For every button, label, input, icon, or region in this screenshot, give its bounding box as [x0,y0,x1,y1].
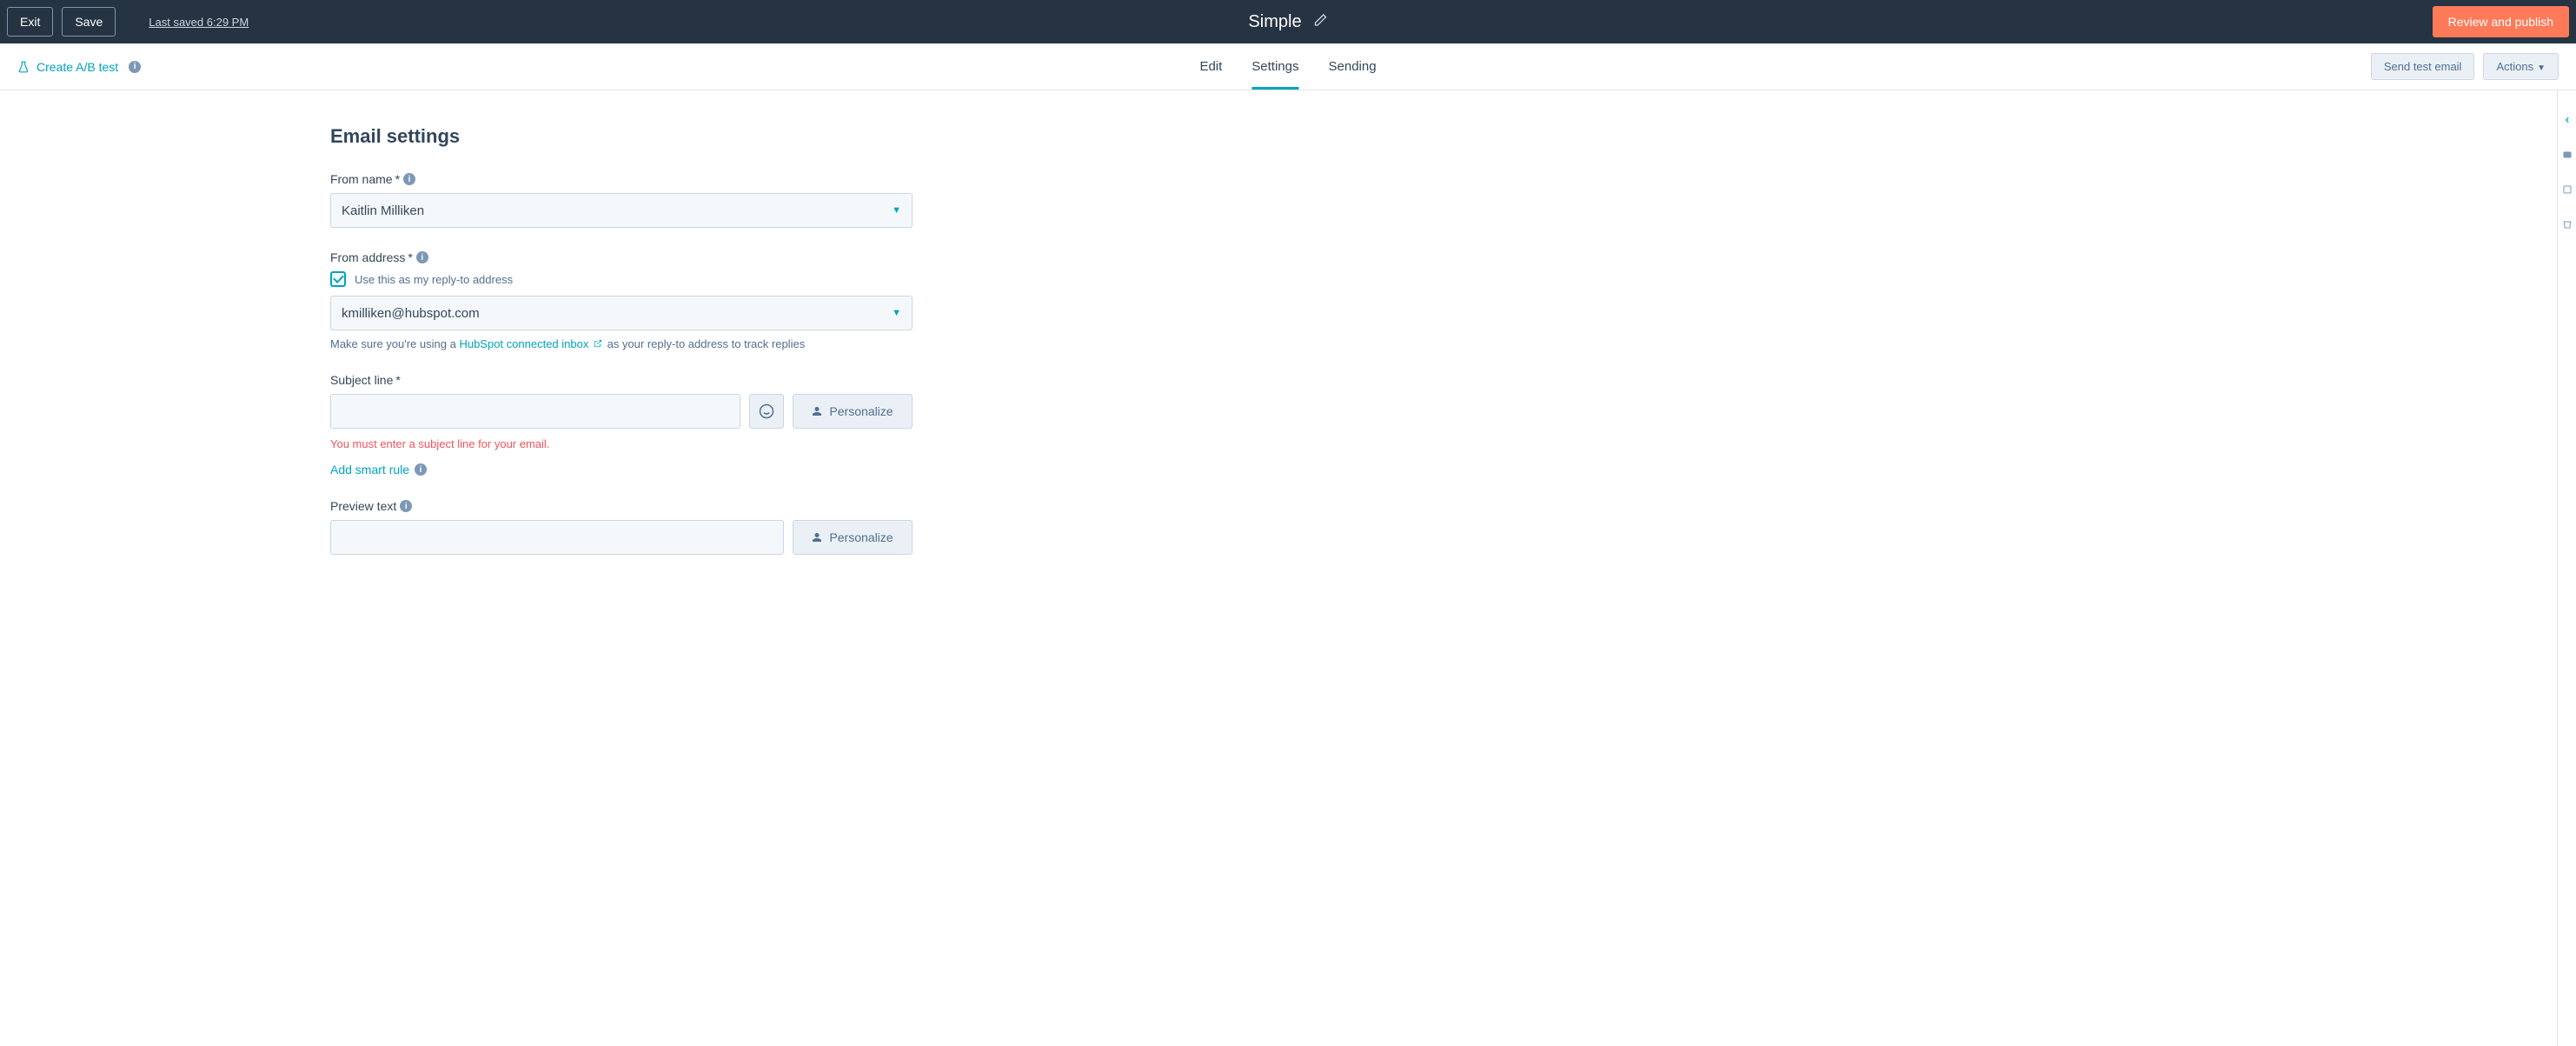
contact-icon [812,532,822,543]
preview-text-input[interactable] [330,520,784,555]
from-address-select[interactable]: kmilliken@hubspot.com ▼ [330,296,913,330]
sub-bar: Create A/B test i Edit Settings Sending … [0,43,2576,90]
add-smart-rule-label: Add smart rule [330,463,409,476]
last-saved-text[interactable]: Last saved 6:29 PM [149,16,249,29]
from-address-value: kmilliken@hubspot.com [342,306,480,321]
personalize-label: Personalize [829,530,893,544]
caret-down-icon: ▼ [2537,63,2546,73]
tabs: Edit Settings Sending [1199,43,1376,90]
from-address-help: Make sure you're using a HubSpot connect… [330,337,913,350]
top-bar: Exit Save Last saved 6:29 PM Simple Revi… [0,0,2576,43]
caret-down-icon: ▼ [892,308,901,318]
personalize-label: Personalize [829,404,893,418]
subject-line-label: Subject line [330,373,393,387]
right-rail [2557,90,2576,1046]
rail-item-1[interactable] [2562,150,2573,160]
from-address-label: From address [330,250,405,264]
external-link-icon [594,339,602,348]
subject-personalize-button[interactable]: Personalize [793,394,913,429]
required-mark: * [408,250,412,264]
contact-icon [812,406,822,416]
subject-line-input[interactable] [330,394,740,429]
from-name-select[interactable]: Kaitlin Milliken ▼ [330,193,913,228]
info-icon: i [129,61,141,73]
required-mark: * [395,172,400,186]
ab-test-label: Create A/B test [37,60,118,74]
add-smart-rule-link[interactable]: Add smart rule i [330,463,427,476]
from-name-field: From name * i Kaitlin Milliken ▼ [330,172,913,228]
rail-item-2[interactable] [2562,184,2573,195]
reply-to-checkbox-label: Use this as my reply-to address [355,273,513,286]
subject-line-field: Subject line * Personalize You must ente… [330,373,913,476]
info-icon[interactable]: i [403,173,415,185]
reply-to-checkbox[interactable] [330,271,346,287]
caret-down-icon: ▼ [892,205,901,216]
exit-button[interactable]: Exit [7,7,53,37]
info-icon: i [415,463,427,476]
tab-sending[interactable]: Sending [1329,43,1377,90]
section-title: Email settings [330,125,913,148]
tab-settings[interactable]: Settings [1251,43,1298,90]
preview-text-label: Preview text [330,499,396,513]
from-name-value: Kaitlin Milliken [342,203,424,218]
preview-personalize-button[interactable]: Personalize [793,520,913,555]
subject-error-text: You must enter a subject line for your e… [330,437,913,450]
send-test-email-button[interactable]: Send test email [2371,53,2475,80]
rail-item-3[interactable] [2562,219,2573,230]
info-icon[interactable]: i [416,251,428,263]
info-icon[interactable]: i [400,500,412,512]
from-address-field: From address * i Use this as my reply-to… [330,250,913,350]
emoji-button[interactable] [749,394,784,429]
create-ab-test-link[interactable]: Create A/B test i [17,60,141,74]
required-mark: * [395,373,400,387]
connected-inbox-link[interactable]: HubSpot connected inbox [459,337,607,350]
edit-title-icon[interactable] [1314,12,1328,32]
review-publish-button[interactable]: Review and publish [2433,6,2569,37]
actions-label: Actions [2496,60,2533,73]
from-name-label: From name [330,172,393,186]
tab-edit[interactable]: Edit [1199,43,1222,90]
save-button[interactable]: Save [62,7,116,37]
collapse-rail-icon[interactable] [2562,115,2573,125]
preview-text-field: Preview text i Personalize [330,499,913,555]
title-area: Simple [1248,12,1327,32]
flask-icon [17,61,30,73]
settings-panel: Email settings From name * i Kaitlin Mil… [330,125,913,555]
email-title: Simple [1248,12,1301,32]
emoji-icon [759,403,774,419]
actions-dropdown[interactable]: Actions ▼ [2483,53,2559,80]
